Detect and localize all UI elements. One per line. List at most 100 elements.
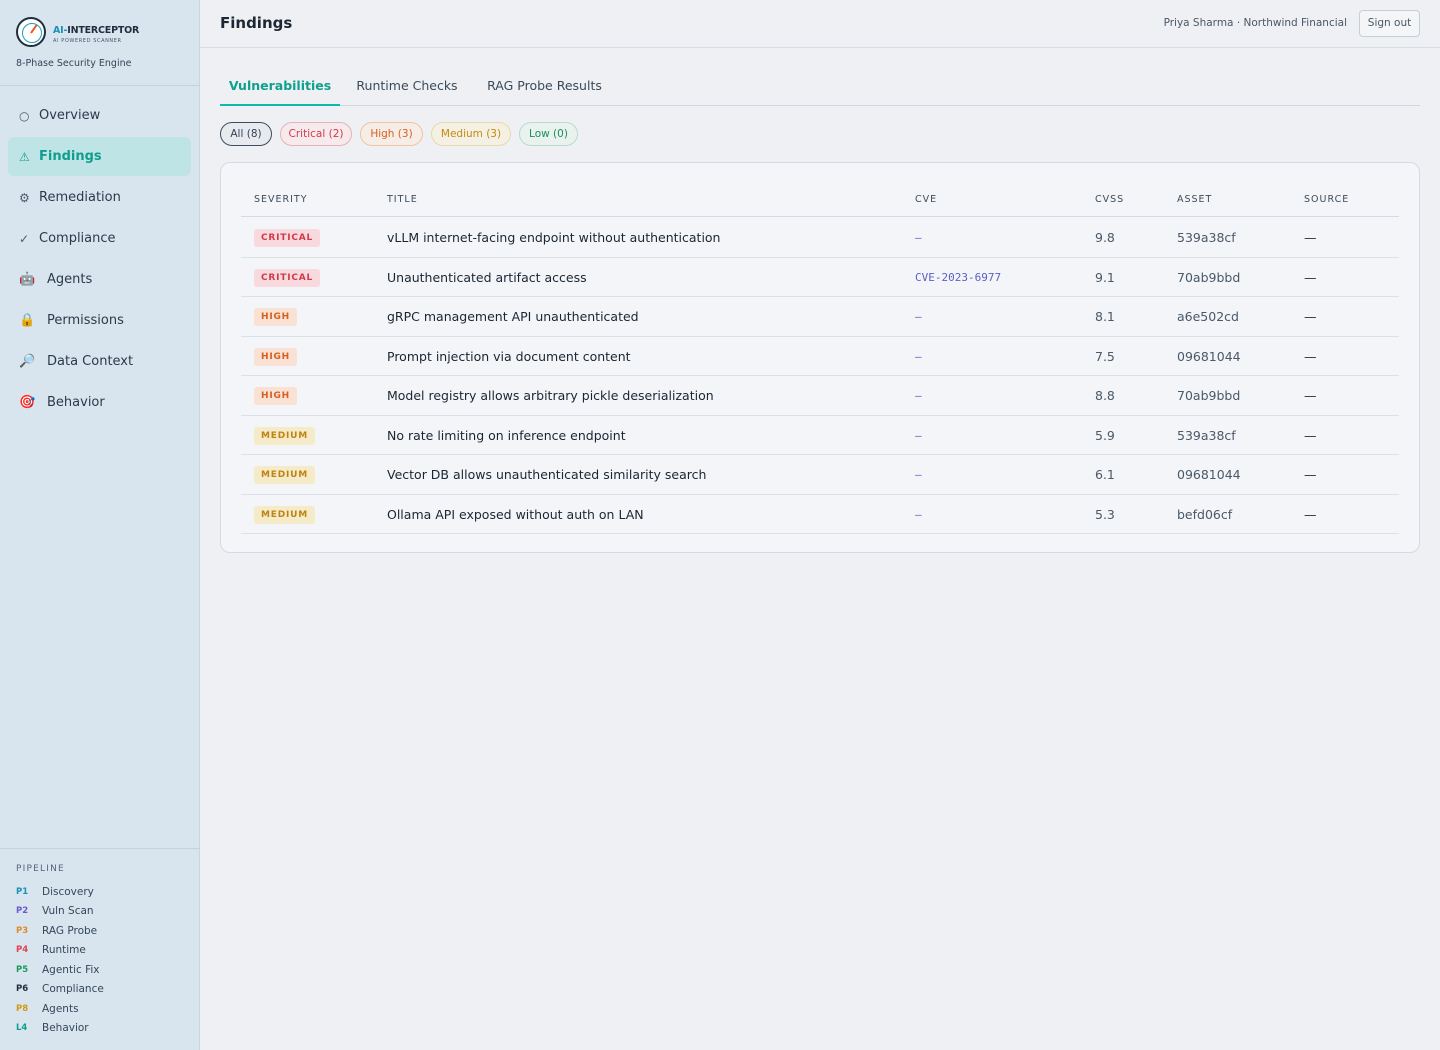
filter-all-chip[interactable]: All (8) bbox=[220, 122, 272, 146]
table-row[interactable]: MEDIUM No rate limiting on inference endp… bbox=[241, 416, 1399, 455]
source-value: — bbox=[1304, 230, 1317, 245]
pipeline-phase-label: Compliance bbox=[42, 983, 104, 996]
pipeline-phase-code: P3 bbox=[16, 925, 29, 936]
table-row[interactable]: CRITICAL Unauthenticated artifact access C… bbox=[241, 258, 1399, 297]
page-title: Findings bbox=[220, 14, 293, 32]
sidebar-item-label: Data Context bbox=[47, 354, 134, 369]
column-header-source[interactable]: SOURCE bbox=[1304, 194, 1349, 205]
finding-title: Vector DB allows unauthenticated similar… bbox=[387, 467, 707, 482]
table-header: SEVERITY TITLE CVE CVSS ASSET SOURCE bbox=[241, 183, 1399, 217]
cve-id: – bbox=[915, 310, 922, 323]
asset-id: 09681044 bbox=[1177, 467, 1241, 482]
pipeline-phase-label: Vuln Scan bbox=[42, 905, 94, 918]
cvss-score: 5.9 bbox=[1095, 427, 1115, 443]
finding-title: Prompt injection via document content bbox=[387, 348, 631, 364]
gear-icon: ⚙ bbox=[19, 190, 30, 205]
sidebar-nav: ○ Overview ⚠ Findings ⚙ Remediation ✓ Compli… bbox=[8, 96, 191, 424]
sign-out-button[interactable]: Sign out bbox=[1359, 10, 1420, 37]
brand-prefix: AI- bbox=[53, 25, 68, 36]
sidebar-item-data-context[interactable]: 🔎 Data Context bbox=[8, 342, 191, 381]
pipeline-phase-label: Agents bbox=[42, 1002, 79, 1015]
column-header-title[interactable]: TITLE bbox=[387, 194, 418, 205]
pipeline-panel: PIPELINE P1 Discovery P2 Vuln Scan P3 RAG Pro… bbox=[0, 848, 200, 1038]
column-header-severity[interactable]: SEVERITY bbox=[254, 194, 308, 205]
check-icon: ✓ bbox=[19, 231, 30, 246]
user-info: Priya Sharma · Northwind Financial bbox=[1163, 17, 1347, 29]
brand-title: INTERCEPTOR bbox=[67, 25, 140, 36]
column-header-cvss[interactable]: CVSS bbox=[1095, 194, 1124, 205]
finding-title: gRPC management API unauthenticated bbox=[387, 309, 639, 324]
sidebar-item-findings[interactable]: ⚠ Findings bbox=[8, 137, 191, 176]
source-value: — bbox=[1304, 388, 1317, 403]
source-value: — bbox=[1304, 348, 1317, 364]
table-row[interactable]: MEDIUM Ollama API exposed without auth on… bbox=[241, 495, 1399, 534]
pipeline-phase: P3 RAG Probe bbox=[16, 921, 200, 941]
column-header-cve[interactable]: CVE bbox=[915, 194, 937, 205]
magnifier-icon: 🔎 bbox=[19, 354, 36, 369]
pipeline-phase: P1 Discovery bbox=[16, 882, 200, 902]
pipeline-phase-code: P5 bbox=[16, 964, 29, 975]
source-value: — bbox=[1304, 467, 1317, 482]
table-row[interactable]: CRITICAL vLLM internet-facing endpoint wi… bbox=[241, 218, 1399, 258]
cve-id[interactable]: CVE-2023-6977 bbox=[915, 271, 1001, 284]
pipeline-phase: P2 Vuln Scan bbox=[16, 902, 200, 922]
brand-name: AI-INTERCEPTOR bbox=[53, 25, 139, 36]
table-row[interactable]: HIGH Model registry allows arbitrary pick… bbox=[241, 376, 1399, 416]
asset-id: 539a38cf bbox=[1177, 230, 1236, 245]
cve-id: – bbox=[915, 468, 922, 481]
severity-badge: CRITICAL bbox=[254, 229, 321, 247]
top-bar: Findings Priya Sharma · Northwind Financ… bbox=[200, 0, 1440, 48]
cve-id: – bbox=[915, 231, 922, 244]
tab-vulnerabilities[interactable]: Vulnerabilities bbox=[220, 70, 340, 106]
sidebar-item-remediation[interactable]: ⚙ Remediation bbox=[8, 178, 191, 217]
findings-table-card: SEVERITY TITLE CVE CVSS ASSET SOURCE CRI… bbox=[220, 162, 1420, 553]
brand-tagline: 8-Phase Security Engine bbox=[16, 58, 132, 69]
sidebar-item-label: Behavior bbox=[47, 395, 105, 410]
pipeline-phase-code: P8 bbox=[16, 1003, 29, 1014]
asset-id: befd06cf bbox=[1177, 506, 1233, 522]
cvss-score: 7.5 bbox=[1095, 348, 1115, 364]
sidebar-item-agents[interactable]: 🤖 Agents bbox=[8, 260, 191, 299]
pipeline-phase-label: Discovery bbox=[42, 885, 94, 898]
filter-low-chip[interactable]: Low (0) bbox=[519, 122, 578, 146]
filter-high-chip[interactable]: High (3) bbox=[360, 122, 423, 146]
filter-medium-chip[interactable]: Medium (3) bbox=[431, 122, 511, 146]
severity-badge: MEDIUM bbox=[254, 505, 315, 524]
pipeline-phase-label: Agentic Fix bbox=[42, 963, 100, 976]
sidebar-item-permissions[interactable]: 🔒 Permissions bbox=[8, 301, 191, 340]
cvss-score: 5.3 bbox=[1095, 506, 1115, 522]
sidebar: AI-INTERCEPTOR AI POWERED SCANNER 8-Phas… bbox=[0, 0, 200, 1050]
sidebar-item-label: Permissions bbox=[47, 313, 124, 328]
pipeline-phase: P6 Compliance bbox=[16, 980, 200, 1000]
pipeline-phase: P4 Runtime bbox=[16, 941, 200, 961]
table-row[interactable]: MEDIUM Vector DB allows unauthenticated s… bbox=[241, 455, 1399, 495]
pipeline-phase: P8 Agents bbox=[16, 999, 200, 1019]
sidebar-item-behavior[interactable]: 🎯 Behavior bbox=[8, 383, 191, 422]
warning-icon: ⚠ bbox=[19, 149, 30, 164]
pipeline-phase-label: Behavior bbox=[42, 1022, 89, 1035]
sidebar-item-overview[interactable]: ○ Overview bbox=[8, 96, 191, 135]
table-row[interactable]: HIGH gRPC management API unauthenticated –… bbox=[241, 297, 1399, 337]
asset-id: 539a38cf bbox=[1177, 427, 1236, 443]
sidebar-item-compliance[interactable]: ✓ Compliance bbox=[8, 219, 191, 258]
tab-rag-probe-results[interactable]: RAG Probe Results bbox=[480, 70, 609, 106]
source-value: — bbox=[1304, 309, 1317, 324]
severity-badge: CRITICAL bbox=[254, 268, 321, 287]
sidebar-item-label: Findings bbox=[39, 149, 102, 164]
sidebar-item-label: Agents bbox=[47, 272, 93, 287]
pipeline-phase-code: P1 bbox=[16, 886, 29, 897]
severity-badge: MEDIUM bbox=[254, 426, 315, 445]
table-row[interactable]: HIGH Prompt injection via document conten… bbox=[241, 337, 1399, 376]
cvss-score: 6.1 bbox=[1095, 467, 1115, 482]
severity-badge: HIGH bbox=[254, 308, 298, 326]
tab-runtime-checks[interactable]: Runtime Checks bbox=[346, 70, 468, 106]
finding-title: vLLM internet-facing endpoint without au… bbox=[387, 230, 721, 245]
target-icon: 🎯 bbox=[19, 395, 36, 410]
column-header-asset[interactable]: ASSET bbox=[1177, 194, 1212, 205]
finding-title: Ollama API exposed without auth on LAN bbox=[387, 506, 644, 522]
sidebar-item-label: Overview bbox=[39, 108, 101, 123]
sidebar-item-label: Compliance bbox=[39, 231, 116, 246]
pipeline-title: PIPELINE bbox=[16, 864, 65, 874]
filter-critical-chip[interactable]: Critical (2) bbox=[280, 122, 352, 146]
pipeline-phase-code: P6 bbox=[16, 984, 29, 995]
